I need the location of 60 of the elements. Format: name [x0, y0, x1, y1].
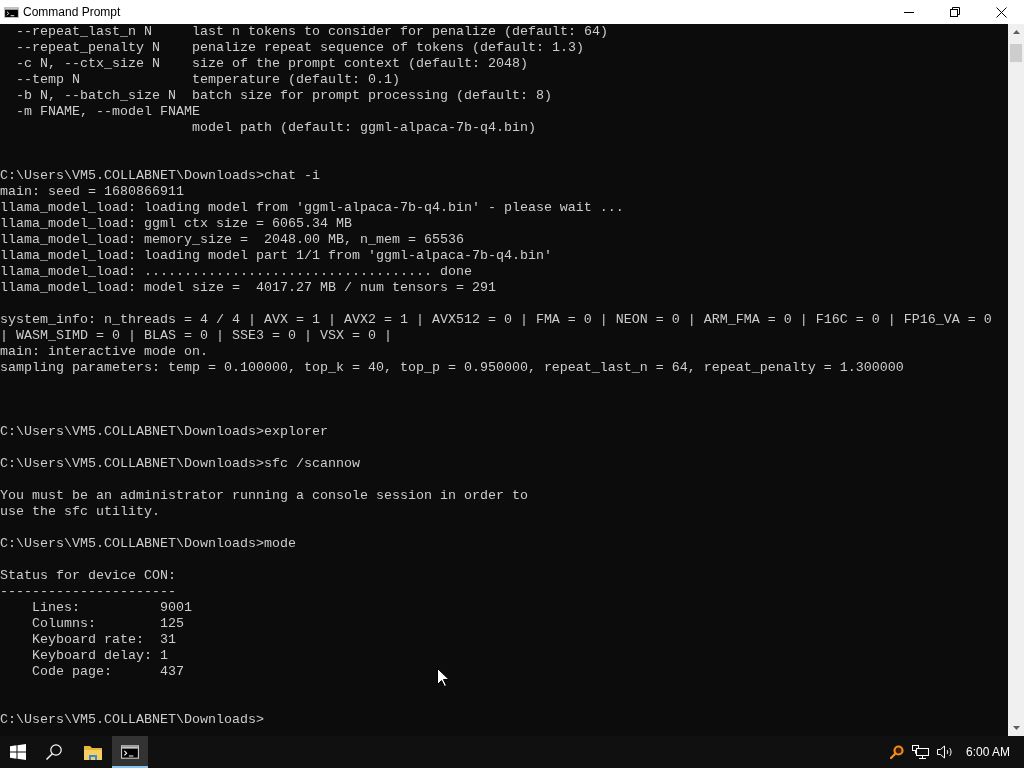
- option-description: size of the prompt context (default: 2048): [192, 56, 528, 72]
- console-line: C:\Users\VM5.COLLABNET\Downloads>mode: [0, 536, 296, 552]
- option-name: -b N, --batch_size N: [16, 88, 176, 104]
- status-label: Columns:: [32, 616, 96, 632]
- console-icon: [121, 745, 139, 759]
- network-icon: [912, 745, 930, 759]
- console-icon: [4, 6, 19, 18]
- console-line: main: seed = 1680866911: [0, 184, 184, 200]
- option-description: model path (default: ggml-alpaca-7b-q4.bin): [192, 120, 536, 136]
- console-line: llama_model_load: .................................... done: [0, 264, 472, 280]
- console-line: C:\Users\VM5.COLLABNET\Downloads>sfc /scannow: [0, 456, 360, 472]
- start-icon: [10, 744, 26, 760]
- status-label: Code page:: [32, 664, 112, 680]
- console-line: llama_model_load: model size = 4017.27 MB / num tensors = 291: [0, 280, 496, 296]
- option-name: -c N, --ctx_size N: [16, 56, 160, 72]
- option-name: -m FNAME, --model FNAME: [16, 104, 200, 120]
- option-name: --temp N: [16, 72, 80, 88]
- console-line: Status for device CON:: [0, 568, 176, 584]
- console-line: sampling parameters: temp = 0.100000, top_k = 40, top_p = 0.950000, repeat_last_n = 64, repeat_penalty = 1.300000: [0, 360, 904, 376]
- restore-icon: [950, 7, 960, 17]
- mouse-pointer-icon: [437, 668, 449, 687]
- console-line: C:\Users\VM5.COLLABNET\Downloads>explorer: [0, 424, 328, 440]
- option-description: batch size for prompt processing (default: 8): [192, 88, 552, 104]
- option-description: last n tokens to consider for penalize (default: 64): [192, 24, 608, 40]
- speaker-icon: [936, 745, 953, 759]
- console-line: llama_model_load: loading model from 'ggml-alpaca-7b-q4.bin' - please wait ...: [0, 200, 624, 216]
- console-line: ----------------------: [0, 584, 176, 600]
- status-label: Keyboard delay:: [32, 648, 152, 664]
- console-line: use the sfc utility.: [0, 504, 160, 520]
- console-line: C:\Users\VM5.COLLABNET\Downloads>: [0, 712, 264, 728]
- status-value: 125: [160, 616, 184, 632]
- status-value: 9001: [160, 600, 192, 616]
- console-line: llama_model_load: loading model part 1/1 from 'ggml-alpaca-7b-q4.bin': [0, 248, 552, 264]
- status-value: 1: [160, 648, 168, 664]
- command-prompt-button[interactable]: [112, 736, 148, 768]
- search-icon: [46, 744, 62, 760]
- folder-icon: [84, 744, 102, 760]
- status-label: Lines:: [32, 600, 80, 616]
- close-icon: [995, 6, 1007, 18]
- console-line: llama_model_load: memory_size = 2048.00 MB, n_mem = 65536: [0, 232, 464, 248]
- console-line: C:\Users\VM5.COLLABNET\Downloads>chat -i: [0, 168, 320, 184]
- console-line: llama_model_load: ggml ctx size = 6065.34 MB: [0, 216, 352, 232]
- console-line: You must be an administrator running a console session in order to: [0, 488, 528, 504]
- console-line: main: interactive mode on.: [0, 344, 208, 360]
- console-line: system_info: n_threads = 4 / 4 | AVX = 1 | AVX2 = 1 | AVX512 = 0 | FMA = 0 | NEON = 0 | ARM_FMA = 0 | F16C = 0 | FP16_VA = 0: [0, 312, 992, 328]
- scrollbar-thumb[interactable]: [1010, 44, 1022, 62]
- option-name: --repeat_penalty N: [16, 40, 160, 56]
- console-line: | WASM_SIMD = 0 | BLAS = 0 | SSE3 = 0 | VSX = 0 |: [0, 328, 392, 344]
- clock[interactable]: 6:00 AM: [956, 744, 1019, 760]
- status-value: 31: [160, 632, 176, 648]
- caret-down-icon: [1012, 726, 1020, 730]
- status-label: Keyboard rate:: [32, 632, 144, 648]
- window-title: Command Prompt: [23, 4, 121, 20]
- status-value: 437: [160, 664, 184, 680]
- option-description: penalize repeat sequence of tokens (default: 1.3): [192, 40, 584, 56]
- caret-up-icon: [1012, 30, 1020, 34]
- minimize-icon: [904, 11, 914, 13]
- option-name: --repeat_last_n N: [16, 24, 152, 40]
- magnifier-icon: [889, 745, 904, 759]
- option-description: temperature (default: 0.1): [192, 72, 400, 88]
